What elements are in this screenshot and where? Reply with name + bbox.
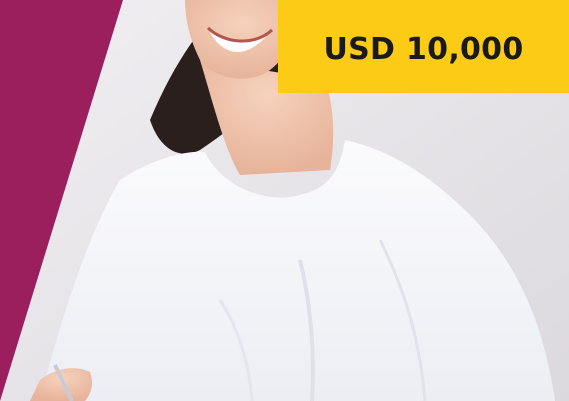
price-label: USD 10,000 bbox=[323, 32, 524, 67]
price-tag: USD 10,000 bbox=[278, 0, 569, 93]
hero-image: USD 10,000 bbox=[0, 0, 569, 401]
